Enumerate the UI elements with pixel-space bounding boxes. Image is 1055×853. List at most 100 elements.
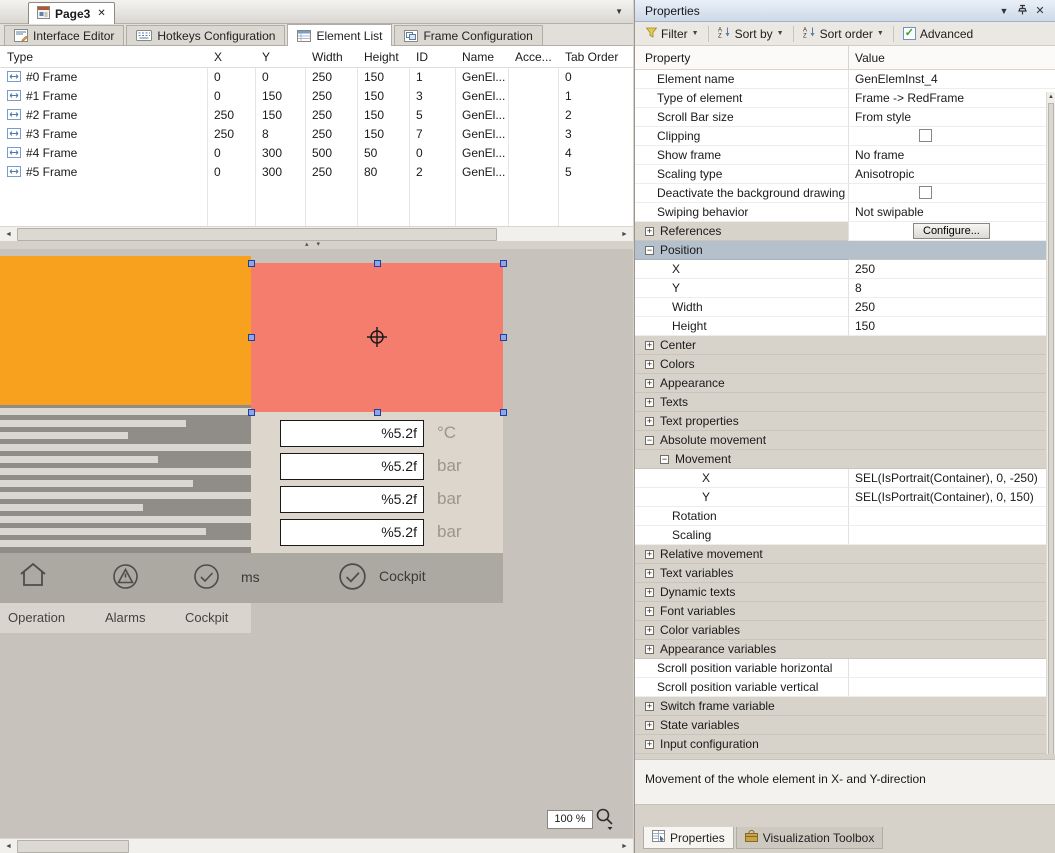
navigation-bar-frame[interactable]: ms Cockpit <box>0 553 503 603</box>
expand-icon[interactable]: + <box>645 607 654 616</box>
property-row-height[interactable]: Height150 <box>635 317 1055 336</box>
checkbox[interactable] <box>919 186 932 199</box>
property-value-cell[interactable]: Anisotropic <box>848 165 1055 184</box>
document-tab-page3[interactable]: Page3 ✕ <box>28 2 115 24</box>
expand-icon[interactable]: + <box>645 626 654 635</box>
selection-handle[interactable] <box>500 260 507 267</box>
selection-handle[interactable] <box>248 334 255 341</box>
panel-menu-dropdown-icon[interactable]: ▼ <box>995 6 1013 16</box>
property-value-cell[interactable]: 8 <box>848 279 1055 298</box>
expand-icon[interactable]: + <box>645 398 654 407</box>
property-value-cell[interactable]: GenElemInst_4 <box>848 70 1055 89</box>
editor-tab-hotkeys-configuration[interactable]: Hotkeys Configuration <box>126 25 285 45</box>
property-value-cell[interactable]: SEL(IsPortrait(Container), 0, -250) <box>848 469 1055 488</box>
category-row-position[interactable]: −Position <box>635 241 1055 260</box>
striped-frame[interactable] <box>0 405 251 553</box>
splitter-down-icon[interactable]: ▾ <box>317 241 329 248</box>
category-row-center[interactable]: +Center <box>635 336 1055 355</box>
cockpit-check-circle-icon[interactable] <box>338 562 367 594</box>
editor-tab-interface-editor[interactable]: Interface Editor <box>4 25 124 45</box>
property-grid-scrollbar[interactable]: ▲ <box>1046 92 1055 800</box>
property-value-cell[interactable] <box>848 659 1055 678</box>
property-row-type-of-element[interactable]: Type of elementFrame -> RedFrame <box>635 89 1055 108</box>
property-value-cell[interactable]: Frame -> RedFrame <box>848 89 1055 108</box>
table-row[interactable]: #2 Frame2501502501505GenEl...2 <box>0 106 633 125</box>
scroll-right-icon[interactable]: ► <box>617 228 632 241</box>
sort-order-button[interactable]: AZ Sort order ▼ <box>800 26 887 41</box>
nav-labels-frame[interactable]: OperationAlarmsCockpit <box>0 603 251 633</box>
close-panel-icon[interactable]: ✕ <box>1031 4 1049 17</box>
expand-icon[interactable]: + <box>645 645 654 654</box>
canvas-scrollbar[interactable]: ◄ ► <box>0 838 633 853</box>
property-value-cell[interactable] <box>848 678 1055 697</box>
column-header-acce[interactable]: Acce... <box>508 46 558 68</box>
category-row-absolute-movement[interactable]: −Absolute movement <box>635 431 1055 450</box>
column-header-id[interactable]: ID <box>409 46 455 68</box>
expand-icon[interactable]: + <box>645 379 654 388</box>
selection-handle[interactable] <box>374 409 381 416</box>
move-crosshair-icon[interactable] <box>366 326 388 351</box>
expand-icon[interactable]: + <box>645 702 654 711</box>
zoom-level-box[interactable]: 100 % <box>547 810 593 829</box>
expand-icon[interactable]: + <box>645 740 654 749</box>
category-row-font-variables[interactable]: +Font variables <box>635 602 1055 621</box>
scrollbar-thumb[interactable] <box>17 840 129 853</box>
property-value-cell[interactable]: 250 <box>848 298 1055 317</box>
expand-icon[interactable]: + <box>645 588 654 597</box>
property-value-cell[interactable]: Not swipable <box>848 203 1055 222</box>
category-row-appearance-variables[interactable]: +Appearance variables <box>635 640 1055 659</box>
property-row-x[interactable]: XSEL(IsPortrait(Container), 0, -250) <box>635 469 1055 488</box>
advanced-toggle[interactable]: ✓ Advanced <box>900 27 976 41</box>
property-value-cell[interactable] <box>848 184 1055 203</box>
splitter-up-icon[interactable]: ▴ <box>305 241 317 248</box>
property-row-scaling-type[interactable]: Scaling typeAnisotropic <box>635 165 1055 184</box>
advanced-checkbox[interactable]: ✓ <box>903 27 916 40</box>
collapse-icon[interactable]: − <box>660 455 669 464</box>
value-input-field[interactable]: %5.2f <box>280 486 424 513</box>
value-fields-frame[interactable]: %5.2f°C%5.2fbar%5.2fbar%5.2fbar <box>251 412 503 553</box>
bottom-tab-visualization-toolbox[interactable]: Visualization Toolbox <box>736 827 884 849</box>
property-row-x[interactable]: X250 <box>635 260 1055 279</box>
category-row-dynamic-texts[interactable]: +Dynamic texts <box>635 583 1055 602</box>
property-row-scroll-bar-size[interactable]: Scroll Bar sizeFrom style <box>635 108 1055 127</box>
scroll-up-icon[interactable]: ▲ <box>1048 94 1054 100</box>
category-row-movement[interactable]: −Movement <box>635 450 1055 469</box>
expand-icon[interactable]: + <box>645 550 654 559</box>
value-input-field[interactable]: %5.2f <box>280 519 424 546</box>
editor-tab-element-list[interactable]: Element List <box>287 24 392 46</box>
property-value-cell[interactable]: SEL(IsPortrait(Container), 0, 150) <box>848 488 1055 507</box>
column-header-x[interactable]: X <box>207 46 255 68</box>
category-row-relative-movement[interactable]: +Relative movement <box>635 545 1055 564</box>
scroll-left-icon[interactable]: ◄ <box>1 840 16 853</box>
property-row-deactivate-the-background-drawing[interactable]: Deactivate the background drawing <box>635 184 1055 203</box>
element-list-scrollbar[interactable]: ◄ ► <box>0 226 633 241</box>
expand-icon[interactable]: + <box>645 341 654 350</box>
category-row-texts[interactable]: +Texts <box>635 393 1055 412</box>
filter-button[interactable]: Filter ▼ <box>643 27 702 41</box>
checkbox[interactable] <box>919 129 932 142</box>
property-value-cell[interactable] <box>848 507 1055 526</box>
bottom-tab-properties[interactable]: Properties <box>643 827 734 849</box>
selection-handle[interactable] <box>500 409 507 416</box>
property-row-scroll-position-variable-vertical[interactable]: Scroll position variable vertical <box>635 678 1055 697</box>
expand-icon[interactable]: + <box>645 569 654 578</box>
selection-handle[interactable] <box>500 334 507 341</box>
property-row-scroll-position-variable-horizontal[interactable]: Scroll position variable horizontal <box>635 659 1055 678</box>
collapse-icon[interactable]: − <box>645 436 654 445</box>
expand-icon[interactable]: + <box>645 227 654 236</box>
visualization-canvas[interactable]: %5.2f°C%5.2fbar%5.2fbar%5.2fbar ms Cockp… <box>0 249 633 838</box>
alarm-icon[interactable] <box>112 563 139 593</box>
column-header-property[interactable]: Property <box>635 46 848 69</box>
property-row-y[interactable]: YSEL(IsPortrait(Container), 0, 150) <box>635 488 1055 507</box>
configure-button[interactable]: Configure... <box>913 223 990 239</box>
orange-frame[interactable] <box>0 256 251 405</box>
table-row[interactable]: #3 Frame25082501507GenEl...3 <box>0 125 633 144</box>
property-row-scaling[interactable]: Scaling <box>635 526 1055 545</box>
property-row-swiping-behavior[interactable]: Swiping behaviorNot swipable <box>635 203 1055 222</box>
scroll-right-icon[interactable]: ► <box>617 840 632 853</box>
value-input-field[interactable]: %5.2f <box>280 453 424 480</box>
scroll-left-icon[interactable]: ◄ <box>1 228 16 241</box>
column-header-y[interactable]: Y <box>255 46 305 68</box>
category-row-text-variables[interactable]: +Text variables <box>635 564 1055 583</box>
column-header-tab-order[interactable]: Tab Order <box>558 46 633 68</box>
